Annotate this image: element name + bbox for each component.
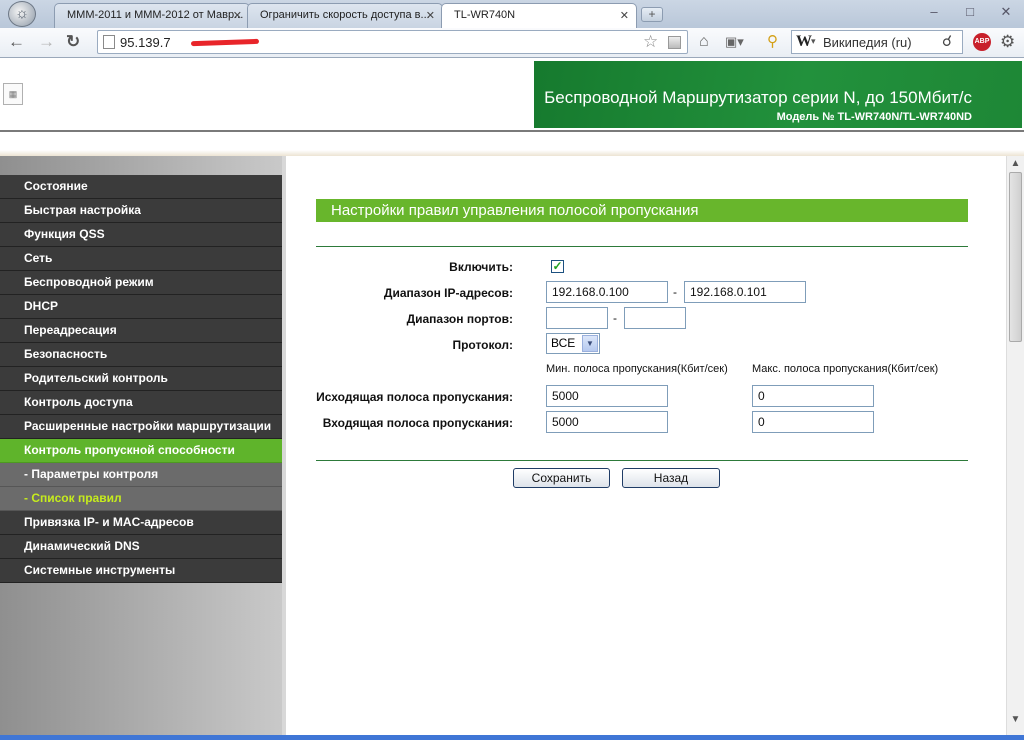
browser-tab-active[interactable]: TL-WR740N ✕: [441, 3, 637, 28]
product-title: Беспроводной Маршрутизатор серии N, до 1…: [544, 88, 972, 107]
sidebar-subitem-rules-list[interactable]: - Список правил: [0, 487, 282, 511]
ip-end-input[interactable]: 192.168.0.101: [684, 281, 806, 303]
page-icon: [103, 35, 115, 49]
close-tab-icon[interactable]: ✕: [426, 9, 435, 22]
chevron-down-icon[interactable]: ▾: [811, 36, 816, 47]
close-tab-icon[interactable]: ✕: [233, 9, 242, 22]
ingress-label: Входящая полоса пропускания:: [322, 416, 513, 430]
browser-tab-1[interactable]: МММ-2011 и МММ-2012 от Мавр... ✕: [54, 3, 250, 28]
close-tab-icon[interactable]: ✕: [620, 9, 629, 22]
divider-top: [316, 246, 968, 247]
browser-toolbar: ← → ↻ 95.139.7 ☆ ⌂ ▣▾ ⚲ W ▾ Википедия (r…: [0, 28, 1024, 58]
port-start-input[interactable]: [546, 307, 608, 329]
vertical-scrollbar[interactable]: ▲ ▼: [1006, 156, 1024, 740]
sidebar-item-forwarding[interactable]: Переадресация: [0, 319, 282, 343]
port-range-label: Диапазон портов:: [406, 312, 513, 326]
protocol-select[interactable]: ВСЕ ▼: [546, 333, 600, 354]
enable-checkbox[interactable]: ✓: [551, 260, 564, 273]
sidebar-item-quick-setup[interactable]: Быстрая настройка: [0, 199, 282, 223]
sidebar-menu: Состояние Быстрая настройка Функция QSS …: [0, 156, 282, 740]
browser-logo-icon[interactable]: ☼: [8, 1, 36, 27]
egress-label: Исходящая полоса пропускания:: [316, 390, 513, 404]
bookmark-star-icon[interactable]: ☆: [643, 32, 658, 52]
sidebar-item-system-tools[interactable]: Системные инструменты: [0, 559, 282, 583]
broken-image-icon: ▦: [3, 83, 23, 105]
sidebar-item-status[interactable]: Состояние: [0, 175, 282, 199]
tab-title: Ограничить скорость доступа в...: [260, 9, 430, 21]
forward-arrow-icon[interactable]: →: [38, 32, 55, 52]
address-url: 95.139.7: [120, 35, 171, 50]
sidebar-item-network[interactable]: Сеть: [0, 247, 282, 271]
protocol-label: Протокол:: [452, 338, 513, 352]
divider-bottom: [316, 460, 968, 461]
chevron-down-icon[interactable]: ▼: [582, 335, 598, 352]
scroll-down-icon[interactable]: ▼: [1007, 712, 1024, 728]
back-arrow-icon[interactable]: ←: [8, 32, 25, 52]
back-button[interactable]: Назад: [622, 468, 720, 488]
sidebar-item-dhcp[interactable]: DHCP: [0, 295, 282, 319]
page-action-icon[interactable]: [668, 36, 681, 49]
adblock-icon[interactable]: ABP: [973, 33, 991, 51]
ip-range-separator: -: [673, 285, 677, 299]
port-range-separator: -: [613, 311, 617, 325]
sidebar-item-security[interactable]: Безопасность: [0, 343, 282, 367]
sidebar-item-ip-mac-binding[interactable]: Привязка IP- и MAC-адресов: [0, 511, 282, 535]
model-number: Модель № TL-WR740N/TL-WR740ND: [776, 111, 972, 123]
tab-title: МММ-2011 и МММ-2012 от Мавр...: [67, 9, 244, 21]
ingress-min-input[interactable]: 5000: [546, 411, 668, 433]
browser-tab-2[interactable]: Ограничить скорость доступа в... ✕: [247, 3, 443, 28]
save-button[interactable]: Сохранить: [513, 468, 610, 488]
product-banner: Беспроводной Маршрутизатор серии N, до 1…: [534, 61, 1022, 128]
camera-icon[interactable]: ▣▾: [725, 34, 744, 50]
min-bandwidth-header: Мин. полоса пропускания(Кбит/сек): [546, 363, 728, 375]
max-bandwidth-header: Макс. полоса пропускания(Кбит/сек): [752, 363, 939, 375]
home-icon[interactable]: ⌂: [699, 34, 709, 50]
close-window-icon[interactable]: ✕: [996, 4, 1016, 21]
taskbar-edge: [0, 735, 1024, 740]
sidebar-item-ddns[interactable]: Динамический DNS: [0, 535, 282, 559]
header-divider: [0, 130, 1024, 132]
ip-range-label: Диапазон IP-адресов:: [383, 286, 513, 300]
protocol-value: ВСЕ: [551, 336, 576, 350]
sidebar-subitem-control-settings[interactable]: - Параметры контроля: [0, 463, 282, 487]
wikipedia-icon: W: [796, 33, 812, 50]
router-header: ▦ Беспроводной Маршрутизатор серии N, до…: [0, 59, 1024, 130]
egress-max-input[interactable]: 0: [752, 385, 874, 407]
ip-start-input[interactable]: 192.168.0.100: [546, 281, 668, 303]
enable-label: Включить:: [449, 260, 513, 274]
address-bar[interactable]: 95.139.7 ☆: [97, 30, 688, 54]
search-box[interactable]: W ▾ Википедия (ru) ☌: [791, 30, 963, 54]
minimize-icon[interactable]: –: [924, 4, 944, 21]
new-tab-button[interactable]: +: [641, 7, 663, 22]
maximize-icon[interactable]: □: [960, 4, 980, 21]
sidebar-item-bandwidth-control[interactable]: Контроль пропускной способности: [0, 439, 282, 463]
browser-titlebar: ☼ МММ-2011 и МММ-2012 от Мавр... ✕ Огран…: [0, 0, 1024, 28]
key-icon[interactable]: ⚲: [767, 34, 778, 50]
sidebar-item-advanced-routing[interactable]: Расширенные настройки маршрутизации: [0, 415, 282, 439]
wrench-menu-icon[interactable]: ⚙: [1000, 32, 1015, 52]
content-frame: [286, 156, 1005, 740]
egress-min-input[interactable]: 5000: [546, 385, 668, 407]
sidebar-item-parental-control[interactable]: Родительский контроль: [0, 367, 282, 391]
tab-title: TL-WR740N: [454, 9, 516, 21]
checkmark-icon: ✓: [552, 259, 563, 273]
redaction-mark: [190, 38, 260, 47]
search-icon[interactable]: ☌: [942, 32, 952, 50]
search-engine-placeholder: Википедия (ru): [823, 35, 912, 50]
sidebar-item-access-control[interactable]: Контроль доступа: [0, 391, 282, 415]
ingress-max-input[interactable]: 0: [752, 411, 874, 433]
sidebar-item-wireless[interactable]: Беспроводной режим: [0, 271, 282, 295]
scroll-up-icon[interactable]: ▲: [1007, 156, 1024, 172]
sidebar-item-qss[interactable]: Функция QSS: [0, 223, 282, 247]
port-end-input[interactable]: [624, 307, 686, 329]
reload-icon[interactable]: ↻: [66, 32, 80, 52]
scroll-thumb[interactable]: [1009, 172, 1022, 342]
page-title: Настройки правил управления полосой проп…: [316, 199, 968, 222]
